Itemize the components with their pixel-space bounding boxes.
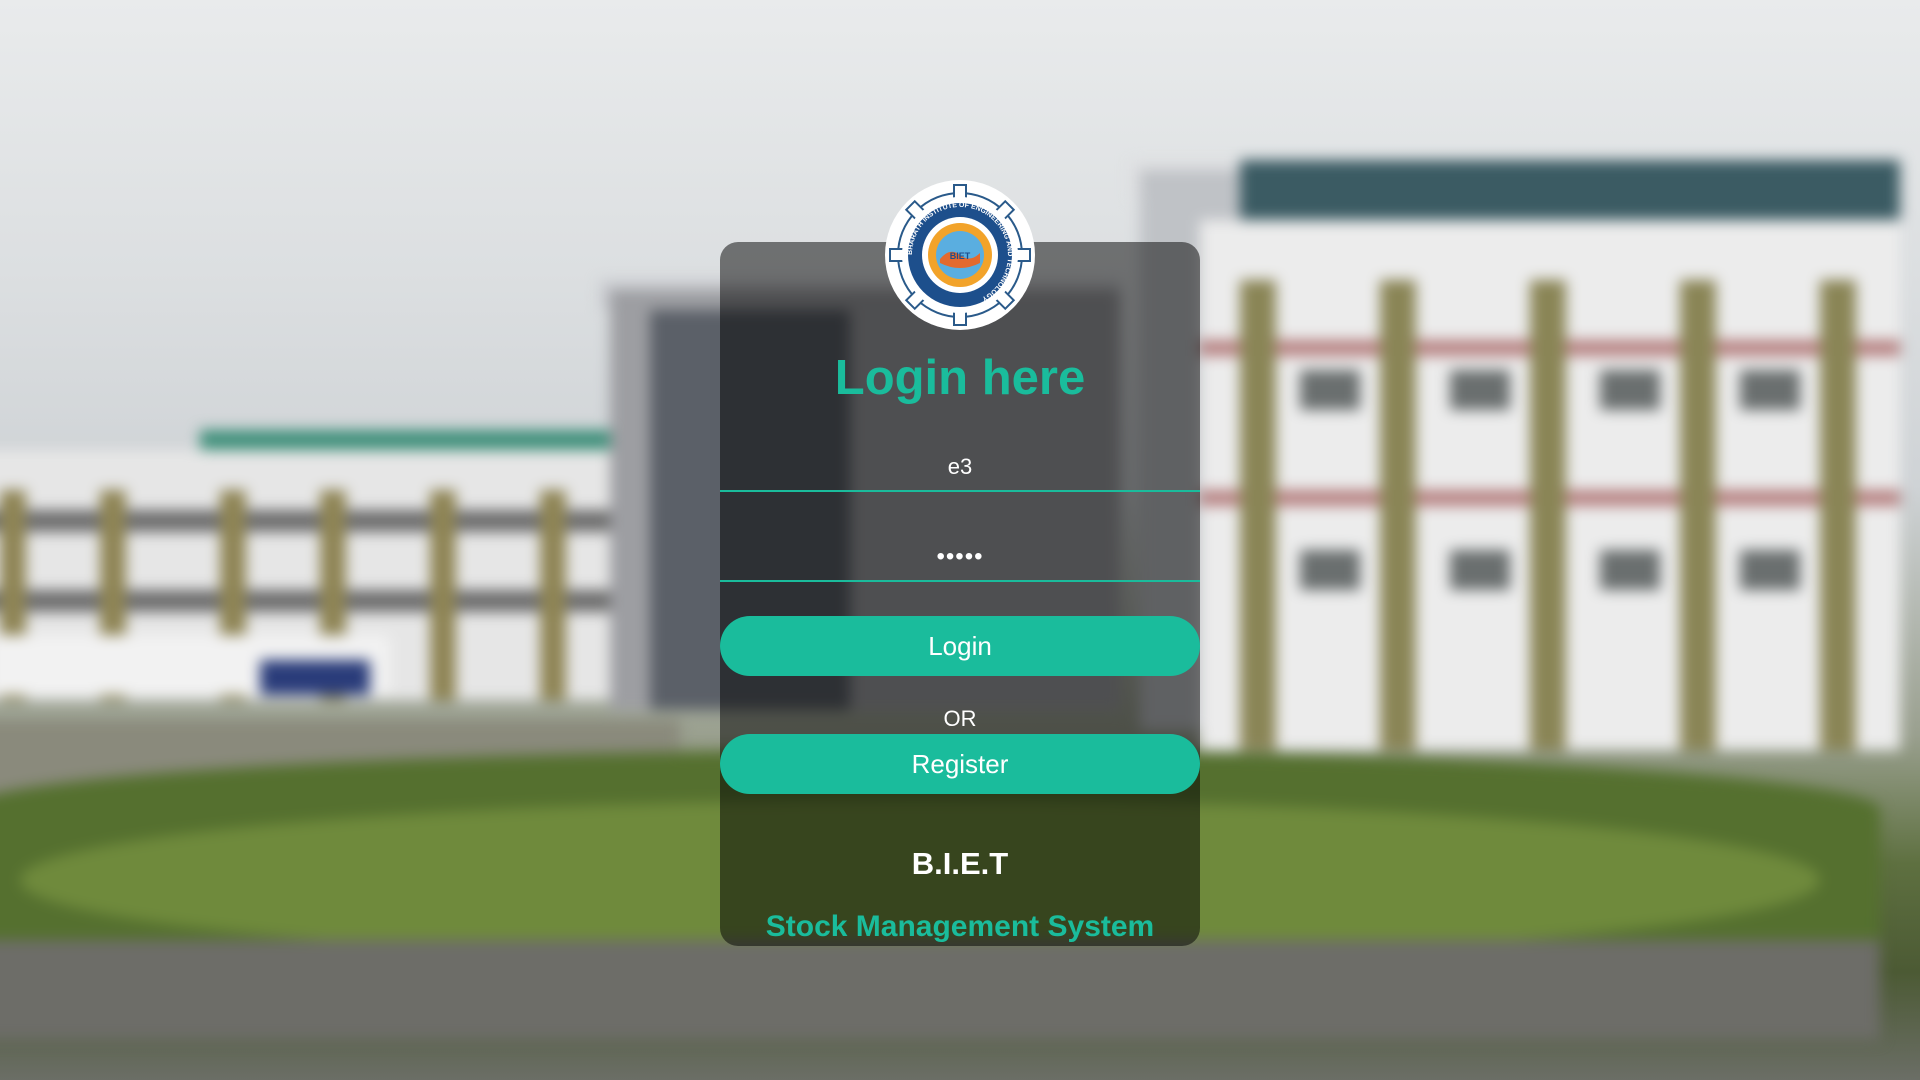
- window: [1740, 550, 1800, 590]
- window: [1450, 550, 1510, 590]
- window-row: [0, 510, 620, 532]
- bus-blue-stripe: [260, 660, 370, 695]
- column: [430, 490, 456, 700]
- logo-inner-text: BIET: [950, 251, 971, 261]
- column: [1820, 280, 1856, 750]
- or-separator: OR: [943, 706, 977, 731]
- column: [1530, 280, 1566, 750]
- window: [1300, 370, 1360, 410]
- column: [1680, 280, 1716, 750]
- page-title: Login here: [834, 351, 1086, 405]
- password-input[interactable]: [720, 534, 1200, 582]
- column: [1380, 280, 1416, 750]
- column: [1240, 280, 1276, 750]
- username-input[interactable]: [720, 444, 1200, 492]
- right-building: [1200, 220, 1900, 750]
- login-button[interactable]: Login: [720, 616, 1200, 676]
- window: [1600, 550, 1660, 590]
- road: [0, 940, 1880, 1040]
- window: [1600, 370, 1660, 410]
- app-name: Stock Management System: [765, 910, 1155, 943]
- college-logo: BHARATH INSTITUTE OF ENGINEERING AND TEC…: [885, 180, 1035, 330]
- register-button[interactable]: Register: [720, 734, 1200, 794]
- organization-name: B.I.E.T: [911, 846, 1009, 881]
- gear-emblem-icon: BHARATH INSTITUTE OF ENGINEERING AND TEC…: [889, 184, 1031, 326]
- window: [1300, 550, 1360, 590]
- login-card: Login here Login OR Register B.I.E.T Sto…: [720, 242, 1200, 946]
- window: [1450, 370, 1510, 410]
- window: [1740, 370, 1800, 410]
- column: [540, 490, 566, 700]
- window-row: [0, 590, 620, 612]
